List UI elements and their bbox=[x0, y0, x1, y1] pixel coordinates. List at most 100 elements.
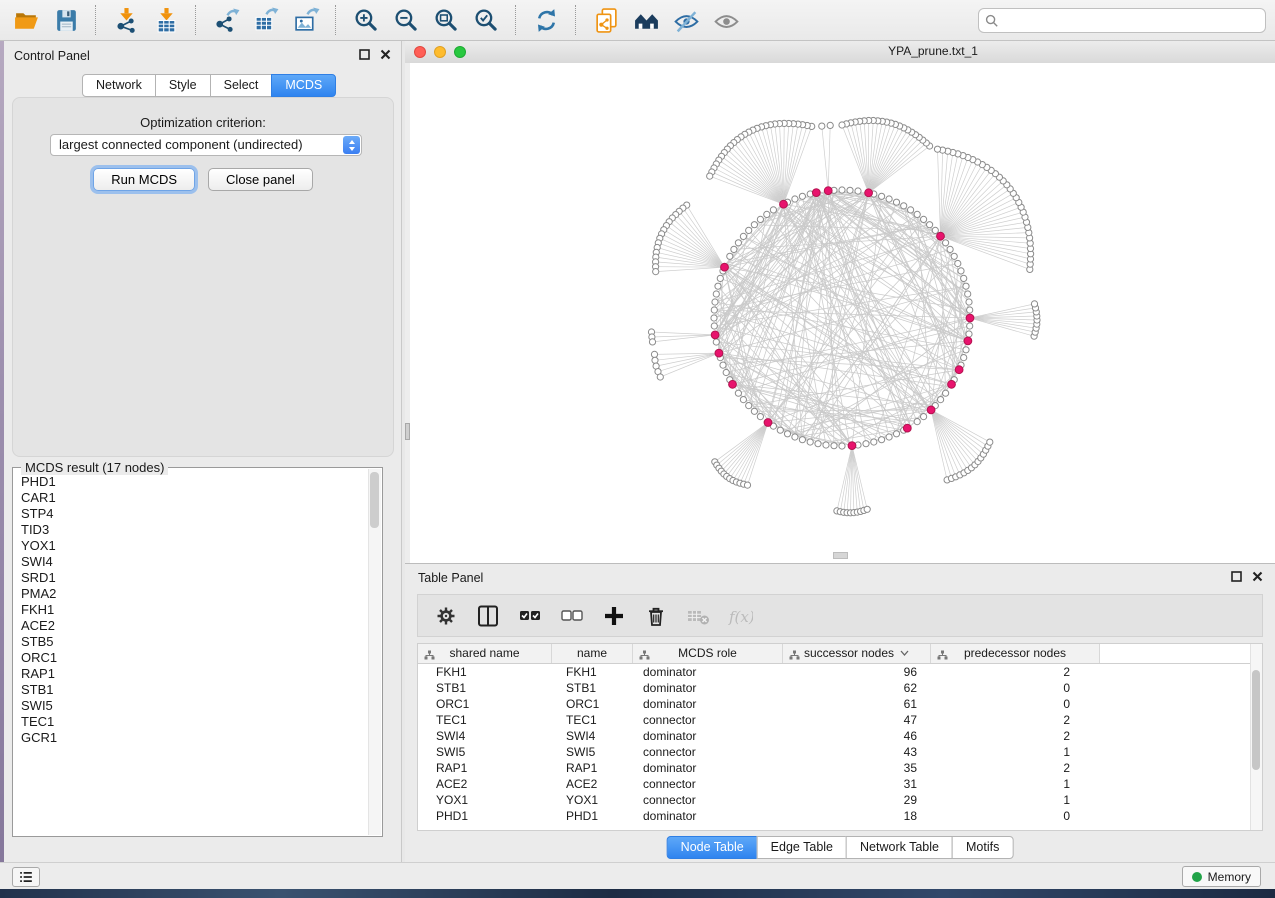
graph-node[interactable] bbox=[879, 437, 885, 443]
select-all-button[interactable] bbox=[516, 602, 544, 630]
column-header-successor-nodes[interactable]: successor nodes bbox=[783, 644, 931, 663]
window-maximize-button[interactable] bbox=[454, 46, 466, 58]
graph-node[interactable] bbox=[963, 283, 969, 289]
graph-node[interactable] bbox=[938, 397, 944, 403]
window-close-button[interactable] bbox=[414, 46, 426, 58]
graph-node[interactable] bbox=[921, 414, 927, 420]
graph-node[interactable] bbox=[943, 390, 949, 396]
zoom-fit-button[interactable] bbox=[428, 4, 464, 36]
table-row[interactable]: ORC1ORC1dominator610 bbox=[418, 696, 1262, 712]
graph-node[interactable] bbox=[711, 323, 717, 329]
hide-selected-button[interactable] bbox=[668, 4, 704, 36]
graph-hub-node[interactable] bbox=[927, 406, 935, 414]
graph-hub-node[interactable] bbox=[848, 442, 856, 450]
graph-hub-node[interactable] bbox=[715, 349, 723, 357]
search-box[interactable] bbox=[978, 8, 1266, 33]
graph-node[interactable] bbox=[831, 443, 837, 449]
table-row[interactable]: ACE2ACE2connector311 bbox=[418, 776, 1262, 792]
graph-node[interactable] bbox=[864, 506, 870, 512]
graph-node[interactable] bbox=[967, 307, 973, 313]
graph-hub-node[interactable] bbox=[711, 331, 719, 339]
float-panel-icon[interactable] bbox=[359, 49, 370, 60]
table-row[interactable]: YOX1YOX1connector291 bbox=[418, 792, 1262, 808]
graph-node[interactable] bbox=[757, 414, 763, 420]
graph-node[interactable] bbox=[799, 437, 805, 443]
mcds-result-item[interactable]: STB5 bbox=[21, 634, 369, 650]
graph-node[interactable] bbox=[653, 269, 659, 275]
mcds-result-item[interactable]: STP4 bbox=[21, 506, 369, 522]
graph-hub-node[interactable] bbox=[812, 189, 820, 197]
table-row[interactable]: TEC1TEC1connector472 bbox=[418, 712, 1262, 728]
graph-node[interactable] bbox=[777, 427, 783, 433]
zoom-selected-button[interactable] bbox=[468, 4, 504, 36]
graph-node[interactable] bbox=[932, 227, 938, 233]
float-table-panel-icon[interactable] bbox=[1231, 571, 1242, 582]
graph-hub-node[interactable] bbox=[780, 200, 788, 208]
table-tab-edge-table[interactable]: Edge Table bbox=[757, 836, 847, 859]
graph-node[interactable] bbox=[819, 123, 825, 129]
graph-node[interactable] bbox=[839, 187, 845, 193]
graph-node[interactable] bbox=[934, 146, 940, 152]
mcds-result-item[interactable]: ACE2 bbox=[21, 618, 369, 634]
graph-hub-node[interactable] bbox=[955, 366, 963, 374]
graph-hub-node[interactable] bbox=[824, 187, 832, 195]
column-layout-button[interactable] bbox=[474, 602, 502, 630]
graph-node[interactable] bbox=[746, 227, 752, 233]
graph-node[interactable] bbox=[863, 441, 869, 447]
graph-node[interactable] bbox=[657, 374, 663, 380]
table-tab-motifs[interactable]: Motifs bbox=[952, 836, 1013, 859]
graph-node[interactable] bbox=[921, 216, 927, 222]
table-row[interactable]: SWI4SWI4dominator462 bbox=[418, 728, 1262, 744]
graph-hub-node[interactable] bbox=[865, 189, 873, 197]
graph-node[interactable] bbox=[727, 253, 733, 259]
mcds-list-scrollbar-thumb[interactable] bbox=[370, 472, 379, 528]
graph-node[interactable] bbox=[839, 122, 845, 128]
first-neighbors-button[interactable] bbox=[628, 4, 664, 36]
graph-node[interactable] bbox=[966, 331, 972, 337]
import-table-button[interactable] bbox=[148, 4, 184, 36]
save-session-button[interactable] bbox=[48, 4, 84, 36]
graph-node[interactable] bbox=[717, 275, 723, 281]
graph-hub-node[interactable] bbox=[729, 380, 737, 388]
network-horizontal-scrollbar-thumb[interactable] bbox=[833, 552, 848, 559]
tab-select[interactable]: Select bbox=[210, 74, 273, 97]
mcds-result-item[interactable]: CAR1 bbox=[21, 490, 369, 506]
graph-node[interactable] bbox=[651, 351, 657, 357]
criterion-select[interactable]: largest connected component (undirected) bbox=[50, 134, 362, 156]
column-header-name[interactable]: name bbox=[552, 644, 633, 663]
export-network-button[interactable] bbox=[208, 4, 244, 36]
graph-node[interactable] bbox=[871, 439, 877, 445]
graph-node[interactable] bbox=[652, 357, 658, 363]
export-image-button[interactable] bbox=[288, 4, 324, 36]
column-header-predecessor-nodes[interactable]: predecessor nodes bbox=[931, 644, 1100, 663]
table-row[interactable]: STB1STB1dominator620 bbox=[418, 680, 1262, 696]
network-vertical-scrollbar-thumb[interactable] bbox=[405, 423, 410, 440]
mcds-result-item[interactable]: YOX1 bbox=[21, 538, 369, 554]
graph-node[interactable] bbox=[914, 211, 920, 217]
network-window-titlebar[interactable]: YPA_prune.txt_1 bbox=[405, 41, 1275, 64]
graph-hub-node[interactable] bbox=[948, 380, 956, 388]
graph-node[interactable] bbox=[723, 369, 729, 375]
mcds-result-item[interactable]: SWI5 bbox=[21, 698, 369, 714]
close-table-panel-icon[interactable] bbox=[1252, 571, 1263, 582]
memory-button[interactable]: Memory bbox=[1182, 866, 1261, 887]
zoom-in-button[interactable] bbox=[348, 4, 384, 36]
graph-node[interactable] bbox=[744, 482, 750, 488]
search-input[interactable] bbox=[1003, 13, 1259, 29]
graph-node[interactable] bbox=[770, 207, 776, 213]
graph-node[interactable] bbox=[886, 196, 892, 202]
graph-node[interactable] bbox=[879, 193, 885, 199]
mcds-result-item[interactable]: RAP1 bbox=[21, 666, 369, 682]
graph-node[interactable] bbox=[792, 196, 798, 202]
window-minimize-button[interactable] bbox=[434, 46, 446, 58]
graph-node[interactable] bbox=[955, 260, 961, 266]
graph-node[interactable] bbox=[963, 347, 969, 353]
mcds-result-item[interactable]: ORC1 bbox=[21, 650, 369, 666]
deselect-all-button[interactable] bbox=[558, 602, 586, 630]
network-graph[interactable] bbox=[405, 63, 1275, 563]
clone-network-button[interactable] bbox=[588, 4, 624, 36]
table-row[interactable]: PHD1PHD1dominator180 bbox=[418, 808, 1262, 824]
graph-node[interactable] bbox=[735, 240, 741, 246]
graph-node[interactable] bbox=[713, 339, 719, 345]
graph-node[interactable] bbox=[735, 390, 741, 396]
